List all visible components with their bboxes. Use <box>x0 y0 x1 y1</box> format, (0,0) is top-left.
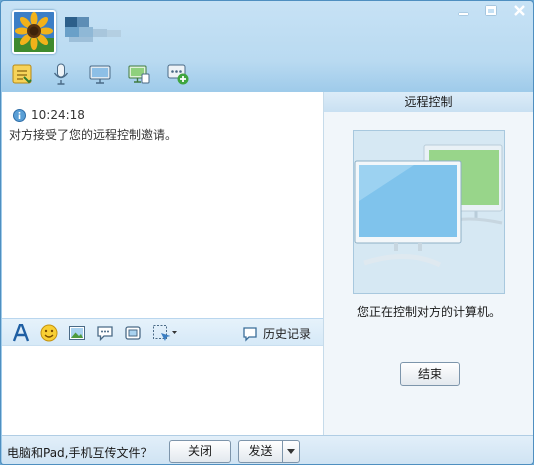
screenshot-icon <box>125 326 141 340</box>
message-input[interactable] <box>2 346 323 435</box>
contact-avatar[interactable] <box>12 10 56 54</box>
file-transfer-icon <box>12 64 32 84</box>
history-label: 历史记录 <box>263 327 312 341</box>
message-time: 10:24:18 <box>31 108 85 122</box>
video-icon <box>89 65 111 84</box>
more-apps-icon <box>167 64 189 85</box>
remote-desktop-icon <box>128 65 150 84</box>
image-icon <box>69 326 85 340</box>
minimize-icon <box>458 12 468 15</box>
remote-control-panel: 远程控制 您正在控制对方的计算机。 结束 <box>323 92 533 435</box>
file-transfer-link[interactable]: 电脑和Pad,手机互传文件？ <box>7 444 152 461</box>
remote-desktop-button[interactable] <box>126 61 152 87</box>
bubble-icon <box>97 326 113 342</box>
message-history-panel[interactable]: 10:24:18 对方接受了您的远程控制邀请。 <box>2 92 323 318</box>
screenshot-button[interactable] <box>123 323 143 343</box>
chat-window: 10:24:18 对方接受了您的远程控制邀请。 历史记录 远程控制 您正在控制对… <box>0 0 534 465</box>
close-icon <box>513 5 525 16</box>
voice-call-button[interactable] <box>48 61 74 87</box>
minimize-button[interactable] <box>449 1 477 20</box>
file-transfer-button[interactable] <box>9 61 35 87</box>
remote-control-title: 远程控制 <box>324 92 533 112</box>
microphone-icon <box>53 63 69 85</box>
font-icon <box>12 324 30 342</box>
format-toolbar: 历史记录 <box>2 318 323 346</box>
close-window-button[interactable] <box>504 1 533 20</box>
send-options-button[interactable] <box>282 440 300 463</box>
end-remote-control-button[interactable]: 结束 <box>400 362 460 386</box>
more-apps-button[interactable] <box>165 61 191 87</box>
history-button[interactable]: 历史记录 <box>242 325 311 342</box>
maximize-button[interactable] <box>477 1 505 20</box>
video-call-button[interactable] <box>87 61 113 87</box>
bubble-button[interactable] <box>95 323 115 343</box>
contact-name-blurred <box>65 14 123 44</box>
screen-capture-dropdown[interactable] <box>152 323 178 343</box>
maximize-icon <box>486 6 496 15</box>
close-button[interactable]: 关闭 <box>169 440 231 463</box>
monitors-icon <box>354 144 503 268</box>
chat-toolbar <box>9 61 191 87</box>
remote-control-status: 您正在控制对方的计算机。 <box>356 305 501 319</box>
system-message-text: 对方接受了您的远程控制邀请。 <box>9 128 178 142</box>
screen-capture-dropdown-icon <box>153 325 177 341</box>
emoji-button[interactable] <box>39 323 59 343</box>
info-icon <box>13 108 26 122</box>
chevron-down-icon <box>287 449 295 454</box>
remote-control-illustration <box>353 130 505 294</box>
send-button[interactable]: 发送 <box>238 440 282 463</box>
font-button[interactable] <box>11 323 31 343</box>
emoji-icon <box>40 324 58 342</box>
insert-image-button[interactable] <box>67 323 87 343</box>
bottom-bar: 电脑和Pad,手机互传文件？ 关闭 发送 <box>2 435 533 464</box>
system-message-header: 10:24:18 <box>13 108 85 122</box>
history-icon <box>243 326 257 342</box>
